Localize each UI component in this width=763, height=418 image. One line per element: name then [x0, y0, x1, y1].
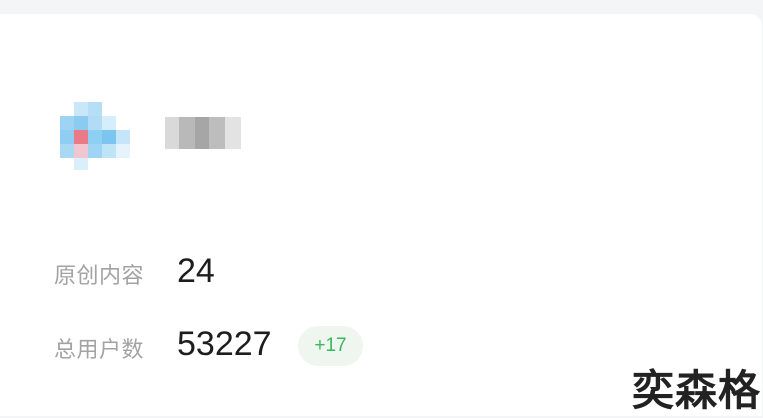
avatar-pixel — [74, 116, 88, 130]
total-users-label: 总用户数 — [54, 338, 145, 363]
avatar-pixel — [116, 144, 130, 158]
avatar-pixel — [74, 158, 88, 170]
avatar-pixel — [102, 144, 116, 158]
original-content-label: 原创内容 — [54, 264, 145, 289]
avatar-pixel — [102, 116, 116, 130]
avatar-pixel — [60, 116, 74, 130]
account-overview-card: 原创内容 24 总用户数 53227 +17 — [0, 14, 762, 416]
avatar-pixel — [74, 144, 88, 158]
total-users-delta-badge: +17 — [298, 326, 363, 366]
watermark-logo: 奕森格 — [631, 366, 761, 415]
avatar-mosaic — [50, 90, 140, 176]
avatar-pixel — [74, 130, 88, 144]
avatar-pixel — [88, 130, 102, 144]
avatar-pixel — [60, 144, 74, 158]
avatar[interactable] — [50, 90, 140, 176]
avatar-pixel — [116, 130, 130, 144]
avatar-pixel — [60, 130, 74, 144]
username-blurred — [165, 117, 241, 149]
original-content-value: 24 — [177, 252, 215, 290]
avatar-pixel — [88, 102, 102, 116]
avatar-pixel — [88, 116, 102, 130]
avatar-pixel — [88, 144, 102, 158]
total-users-value: 53227 — [177, 325, 272, 363]
avatar-pixel — [102, 130, 116, 144]
avatar-pixel — [74, 102, 88, 116]
